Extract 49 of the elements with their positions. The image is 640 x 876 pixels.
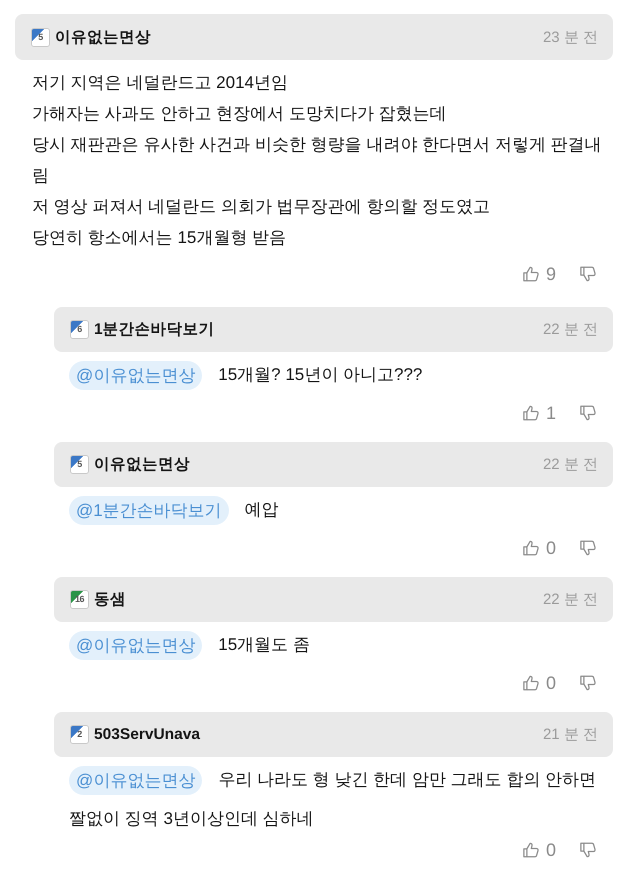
mention-tag[interactable]: @1분간손바닥보기 — [69, 496, 229, 524]
comment-text: 저 영상 퍼져서 네덜란드 의회가 법무장관에 항의할 정도였고 — [32, 196, 492, 218]
reply-text: 우리 나라도 형 낮긴 한데 암만 그래도 합의 안하면 — [218, 769, 596, 791]
comment-text: 저기 지역은 네덜란드고 2014년임 — [32, 72, 289, 94]
reply-text: 예압 — [244, 499, 279, 521]
mention-tag[interactable]: @이유없는면상 — [69, 630, 202, 660]
thumbs-down-icon — [579, 674, 597, 692]
thumbs-up-icon — [522, 674, 540, 692]
reply-text: 15개월? 15년이 아니고??? — [218, 364, 422, 386]
thumbs-up-icon — [522, 404, 540, 422]
timestamp: 22 분 전 — [542, 320, 598, 339]
reply-text: 15개월도 좀 — [218, 634, 310, 656]
thumbs-up-icon — [522, 265, 540, 283]
comment-text: 당연히 항소에서는 15개월형 받음 — [32, 227, 288, 249]
thumbs-up-icon — [522, 539, 540, 557]
author-name[interactable]: 503ServUnava — [94, 726, 200, 744]
timestamp: 22 분 전 — [542, 590, 598, 609]
comment-text: 당시 재판관은 유사한 사건과 비슷한 형량을 내려야 한다면서 저렇게 판결내림 — [32, 134, 603, 187]
thumbs-down-icon — [579, 265, 597, 283]
level-badge: 5 — [31, 28, 50, 46]
level-badge: 2 — [70, 725, 89, 744]
mention-tag[interactable]: @이유없는면상 — [69, 766, 202, 794]
level-badge: 5 — [70, 455, 89, 474]
reply-text: 짤없이 징역 3년이상인데 심하네 — [69, 808, 315, 830]
timestamp: 22 분 전 — [542, 455, 598, 474]
like-button[interactable]: 0 — [522, 672, 556, 694]
dislike-button[interactable] — [579, 841, 597, 859]
author-name[interactable]: 이유없는면상 — [94, 454, 190, 475]
like-button[interactable]: 0 — [522, 840, 556, 860]
level-badge: 16 — [70, 590, 89, 609]
like-button[interactable]: 1 — [522, 402, 556, 424]
author-name[interactable]: 동샘 — [94, 589, 126, 610]
author-name[interactable]: 1분간손바닥보기 — [94, 319, 215, 340]
dislike-button[interactable] — [579, 674, 597, 692]
dislike-button[interactable] — [579, 265, 597, 283]
comment-text: 가해자는 사과도 안하고 현장에서 도망치다가 잡혔는데 — [32, 103, 448, 125]
timestamp: 21 분 전 — [542, 725, 598, 744]
dislike-button[interactable] — [579, 404, 597, 422]
like-button[interactable]: 0 — [522, 538, 556, 558]
dislike-button[interactable] — [579, 539, 597, 557]
thumbs-up-icon — [522, 841, 540, 859]
timestamp: 23 분 전 — [542, 28, 598, 46]
thumbs-down-icon — [579, 841, 597, 859]
thumbs-down-icon — [579, 539, 597, 557]
mention-tag[interactable]: @이유없는면상 — [69, 360, 202, 390]
level-badge: 6 — [70, 320, 89, 339]
thumbs-down-icon — [579, 404, 597, 422]
author-name[interactable]: 이유없는면상 — [55, 26, 151, 48]
like-button[interactable]: 9 — [522, 264, 556, 284]
